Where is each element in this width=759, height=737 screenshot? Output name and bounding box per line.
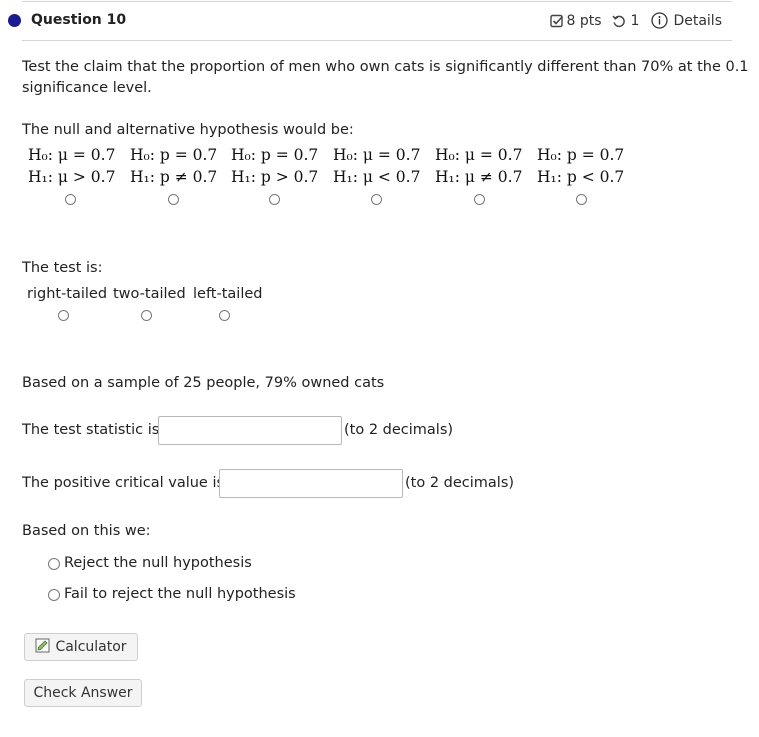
decision-reject-radio[interactable] <box>48 558 60 570</box>
decision-label: Based on this we: <box>22 523 151 539</box>
hypothesis-option-3-h1: H₁: p > 0.7 <box>231 168 319 186</box>
hypothesis-option-1-radio[interactable] <box>65 194 76 205</box>
question-header: Question 10 8 pts 1 Details <box>0 0 759 42</box>
hypothesis-option-2-radio[interactable] <box>168 194 179 205</box>
sample-text: Based on a sample of 25 people, 79% owne… <box>22 375 385 391</box>
hypothesis-option-5-h0: H₀: μ = 0.7 <box>435 146 523 164</box>
test-type-label: The test is: <box>22 260 103 276</box>
details-link[interactable]: Details <box>673 13 722 29</box>
hypothesis-option-1-h0: H₀: μ = 0.7 <box>28 146 116 164</box>
hypothesis-option-2-h0: H₀: p = 0.7 <box>130 146 218 164</box>
hypothesis-option-6-h0: H₀: p = 0.7 <box>537 146 625 164</box>
question-status-dot <box>8 14 21 27</box>
test-type-left-tailed-radio[interactable] <box>219 310 230 321</box>
hypothesis-option-2-h1: H₁: p ≠ 0.7 <box>130 168 218 186</box>
calculator-button-label: Calculator <box>55 639 127 655</box>
hypothesis-option-4-radio[interactable] <box>371 194 382 205</box>
prompt-line-2: significance level. <box>22 80 152 96</box>
decision-fail-to-reject-label: Fail to reject the null hypothesis <box>64 586 296 602</box>
hypothesis-label: The null and alternative hypothesis woul… <box>22 122 354 138</box>
hypothesis-option-3-h0: H₀: p = 0.7 <box>231 146 319 164</box>
test-statistic-input[interactable] <box>158 416 342 445</box>
critical-value-hint: (to 2 decimals) <box>405 475 515 491</box>
hypothesis-option-4-h1: H₁: μ < 0.7 <box>333 168 421 186</box>
info-icon[interactable] <box>651 12 669 29</box>
decision-reject-label: Reject the null hypothesis <box>64 555 252 571</box>
retry-icon <box>611 14 626 28</box>
header-divider <box>22 40 732 41</box>
prompt-line-1: Test the claim that the proportion of me… <box>22 59 749 75</box>
calculator-button[interactable]: Calculator <box>24 633 138 661</box>
question-meta: 8 pts 1 Details <box>549 12 722 29</box>
critical-value-input[interactable] <box>219 469 403 498</box>
attempts-count: 1 <box>630 12 640 29</box>
critical-value-label: The positive critical value is: <box>22 475 229 491</box>
test-statistic-label: The test statistic is: <box>22 422 165 438</box>
hypothesis-option-6-h1: H₁: p < 0.7 <box>537 168 625 186</box>
checkbox-icon <box>549 14 564 28</box>
points-label: 8 pts <box>566 12 602 29</box>
hypothesis-option-1-h1: H₁: μ > 0.7 <box>28 168 116 186</box>
hypothesis-option-3-radio[interactable] <box>269 194 280 205</box>
test-type-two-tailed-radio[interactable] <box>141 310 152 321</box>
decision-fail-to-reject-radio[interactable] <box>48 589 60 601</box>
question-title: Question 10 <box>31 12 127 28</box>
test-type-right-tailed-label: right-tailed <box>27 286 108 302</box>
test-type-two-tailed-label: two-tailed <box>113 286 186 302</box>
hypothesis-option-6-radio[interactable] <box>576 194 587 205</box>
calculator-icon <box>35 638 50 657</box>
test-type-left-tailed-label: left-tailed <box>193 286 263 302</box>
hypothesis-option-5-h1: H₁: μ ≠ 0.7 <box>435 168 523 186</box>
hypothesis-option-5-radio[interactable] <box>474 194 485 205</box>
hypothesis-option-4-h0: H₀: μ = 0.7 <box>333 146 421 164</box>
check-answer-button[interactable]: Check Answer <box>24 679 142 707</box>
test-type-right-tailed-radio[interactable] <box>58 310 69 321</box>
test-statistic-hint: (to 2 decimals) <box>344 422 454 438</box>
